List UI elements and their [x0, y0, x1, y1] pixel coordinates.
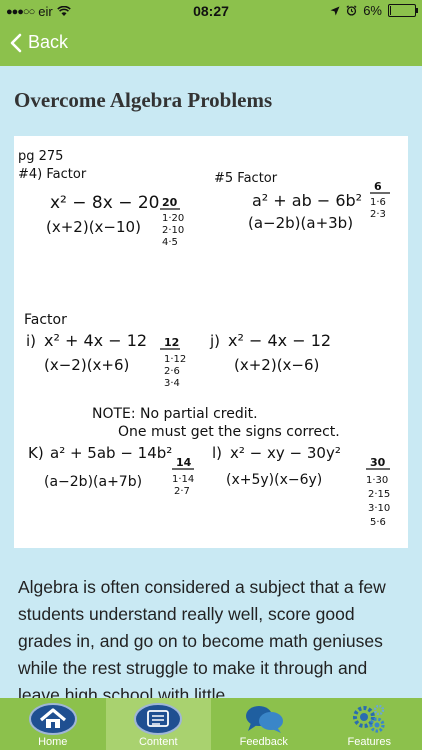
- factoring-worksheet-image: pg 275 #4) Factor x² − 8x − 20 (x+2)(x−1…: [14, 136, 408, 548]
- tab-feedback-label: Feedback: [239, 736, 288, 748]
- tab-home[interactable]: Home: [0, 698, 106, 750]
- problem-k-factor: 1·14: [172, 474, 194, 485]
- problem-4-expression: x² − 8x − 20: [50, 193, 160, 213]
- problem-4-answer: (x+2)(x−10): [46, 218, 141, 236]
- problem-i-factor: 3·4: [164, 378, 180, 389]
- problem-l-factor: 2·15: [368, 489, 390, 500]
- problem-l-factor: 1·30: [366, 475, 388, 486]
- section-label: Factor: [24, 312, 67, 328]
- problem-5-number: #5 Factor: [214, 171, 278, 186]
- problem-4-number: #4) Factor: [18, 167, 87, 182]
- article-body-text: Algebra is often considered a subject th…: [18, 577, 386, 698]
- problem-j-number: j): [209, 332, 220, 350]
- alarm-clock-icon: [346, 5, 357, 16]
- problem-i-factor: 1·12: [164, 354, 186, 365]
- gears-icon: [353, 704, 385, 733]
- tab-content[interactable]: Content: [105, 698, 211, 750]
- problem-k-factor: 2·7: [174, 486, 190, 497]
- tab-home-label: Home: [38, 736, 68, 748]
- problem-4-factor: 2·10: [162, 225, 184, 236]
- problem-5-factor: 2·3: [370, 209, 386, 220]
- problem-i-factor: 2·6: [164, 366, 180, 377]
- home-icon: [28, 703, 77, 735]
- problem-5-factor: 1·6: [370, 197, 386, 208]
- back-label: Back: [28, 32, 69, 52]
- problem-4-factor: 4·5: [162, 237, 178, 248]
- problem-i-answer: (x−2)(x+6): [44, 356, 129, 374]
- status-bar: ●●●○○ eir 08:27 6%: [0, 0, 422, 22]
- worksheet-header: pg 275: [18, 149, 63, 164]
- problem-l-expression: x² − xy − 30y²: [230, 444, 341, 462]
- problem-k-factor: 14: [176, 456, 192, 469]
- battery-icon: [388, 4, 418, 17]
- location-arrow-icon: [330, 6, 340, 15]
- problem-j-expression: x² − 4x − 12: [228, 331, 331, 350]
- chevron-left-icon: [10, 33, 22, 52]
- tab-features[interactable]: Features: [317, 698, 422, 750]
- problem-5-answer: (a−2b)(a+3b): [248, 214, 353, 232]
- problem-l-factor: 30: [370, 456, 386, 469]
- tab-content-label: Content: [138, 736, 178, 748]
- problem-4-factor: 1·20: [162, 213, 184, 224]
- tab-feedback[interactable]: Feedback: [211, 698, 317, 750]
- tab-bar: Home Content Feedback Features: [0, 698, 422, 750]
- problem-4-factor: 20: [162, 196, 178, 209]
- problem-i-number: i): [26, 332, 36, 350]
- problem-5-factor: 6: [374, 180, 382, 193]
- battery-percent: 6%: [363, 3, 382, 18]
- navigation-bar: Back: [0, 22, 422, 66]
- document-content-icon: [134, 703, 183, 735]
- page-title: Overcome Algebra Problems: [14, 88, 273, 112]
- problem-k-number: K): [28, 444, 44, 462]
- problem-l-factor: 5·6: [370, 517, 386, 528]
- tab-features-label: Features: [347, 736, 391, 748]
- note-line-2: One must get the signs correct.: [118, 424, 340, 440]
- problem-l-number: l): [212, 444, 222, 462]
- problem-j-answer: (x+2)(x−6): [234, 356, 319, 374]
- problem-l-answer: (x+5y)(x−6y): [226, 472, 322, 488]
- problem-i-expression: x² + 4x − 12: [44, 331, 147, 350]
- chat-bubbles-icon: [245, 706, 283, 733]
- content-scroll-area[interactable]: Overcome Algebra Problems pg 275 #4) Fac…: [0, 66, 422, 698]
- problem-k-answer: (a−2b)(a+7b): [44, 474, 142, 490]
- back-button[interactable]: Back: [10, 32, 68, 53]
- problem-i-factor: 12: [164, 336, 179, 349]
- problem-5-expression: a² + ab − 6b²: [252, 191, 362, 210]
- problem-k-expression: a² + 5ab − 14b²: [50, 444, 172, 462]
- problem-l-factor: 3·10: [368, 503, 390, 514]
- note-line-1: NOTE: No partial credit.: [92, 406, 258, 422]
